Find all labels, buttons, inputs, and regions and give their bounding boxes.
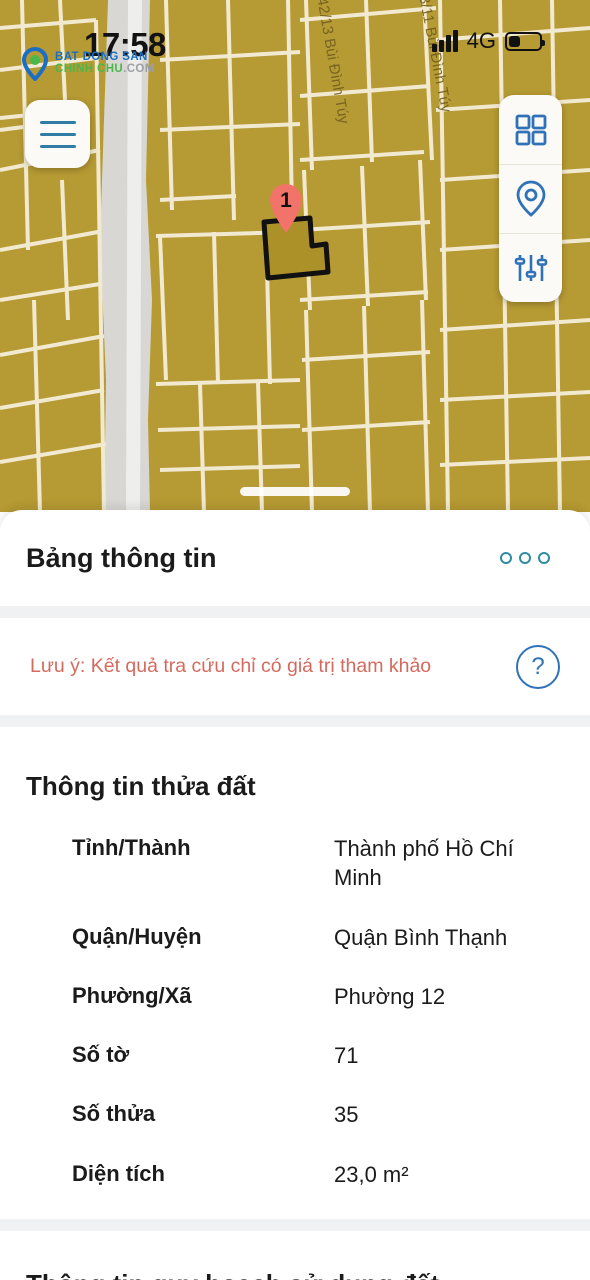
table-row: Phường/Xã Phường 12 xyxy=(0,982,590,1011)
row-label: Tỉnh/Thành xyxy=(72,835,191,860)
row-value: 71 xyxy=(334,1043,359,1068)
marker-number-label: 1 xyxy=(280,189,292,212)
row-value: 23,0 m² xyxy=(334,1161,409,1187)
location-pin-logo-icon xyxy=(21,47,49,81)
section-divider xyxy=(0,715,590,727)
brand-logo-text: BAT DONG SAN CHINH CHU.COM xyxy=(55,52,155,75)
table-row: Số tờ 71 xyxy=(0,1041,590,1070)
brand-logo: BAT DONG SAN CHINH CHU.COM xyxy=(20,47,155,81)
page-title: Bảng thông tin xyxy=(26,542,217,573)
table-row: Tỉnh/Thành Thành phố Hồ Chí Minh xyxy=(0,834,590,893)
row-value: 35 xyxy=(334,1102,359,1128)
row-value: Phường 12 xyxy=(334,983,446,1009)
question-mark-circle-icon[interactable]: ? xyxy=(516,644,560,689)
map-tools-panel[interactable] xyxy=(499,95,562,302)
section-title: Thông tin thửa đất xyxy=(26,771,256,801)
sheet-drag-handle[interactable] xyxy=(240,487,350,496)
sheet-header: Bảng thông tin xyxy=(0,510,590,606)
land-use-plan-section: Thông tin quy hoạch sử dụng đất xyxy=(0,1231,590,1280)
grid-layers-icon xyxy=(515,114,546,145)
row-value: Thành phố Hồ Chí Minh xyxy=(334,836,514,891)
parcel-info-section: Thông tin thửa đất Tỉnh/Thành Thành phố … xyxy=(0,727,590,1189)
map-canvas[interactable]: 42/13 Bùi Đình Túy 3/11 Bùi Đình Túy 1 1… xyxy=(0,0,590,512)
brand-line-2: CHINH CHU.COM xyxy=(55,63,155,76)
row-label: Phường/Xã xyxy=(72,982,192,1008)
table-row: Diện tích 23,0 m² xyxy=(0,1160,590,1189)
row-label: Diện tích xyxy=(72,1160,165,1186)
section-title: Thông tin quy hoạch sử dụng đất xyxy=(26,1269,439,1280)
info-bottom-sheet[interactable]: Bảng thông tin Lưu ý: Kết quả tra cứu ch… xyxy=(0,510,590,1280)
row-label: Quận/Huyện xyxy=(72,923,202,949)
map-filter-button[interactable] xyxy=(499,233,562,302)
row-label: Số tờ xyxy=(72,1042,130,1067)
table-row: Số thửa 35 xyxy=(0,1100,590,1129)
section-divider xyxy=(0,606,590,618)
map-marker-pin[interactable]: 1 xyxy=(268,182,304,239)
brand-line-2-gray: .COM xyxy=(123,63,155,75)
map-layers-button[interactable] xyxy=(499,95,562,164)
table-row: Quận/Huyện Quận Bình Thạnh xyxy=(0,923,590,952)
section-divider xyxy=(0,1218,590,1231)
three-dots-circles-icon[interactable] xyxy=(494,546,556,570)
my-location-button[interactable] xyxy=(499,164,562,233)
row-label: Số thửa xyxy=(72,1101,156,1127)
notice-row: Lưu ý: Kết quả tra cứu chỉ có giá trị th… xyxy=(0,618,590,715)
location-pin-icon xyxy=(516,180,545,217)
brand-line-2-green: CHINH CHU xyxy=(55,63,124,75)
notice-text: Lưu ý: Kết quả tra cứu chỉ có giá trị th… xyxy=(30,655,432,677)
sliders-filter-icon xyxy=(514,255,547,281)
row-value: Quận Bình Thạnh xyxy=(334,924,508,950)
hamburger-menu-icon[interactable] xyxy=(25,100,90,168)
